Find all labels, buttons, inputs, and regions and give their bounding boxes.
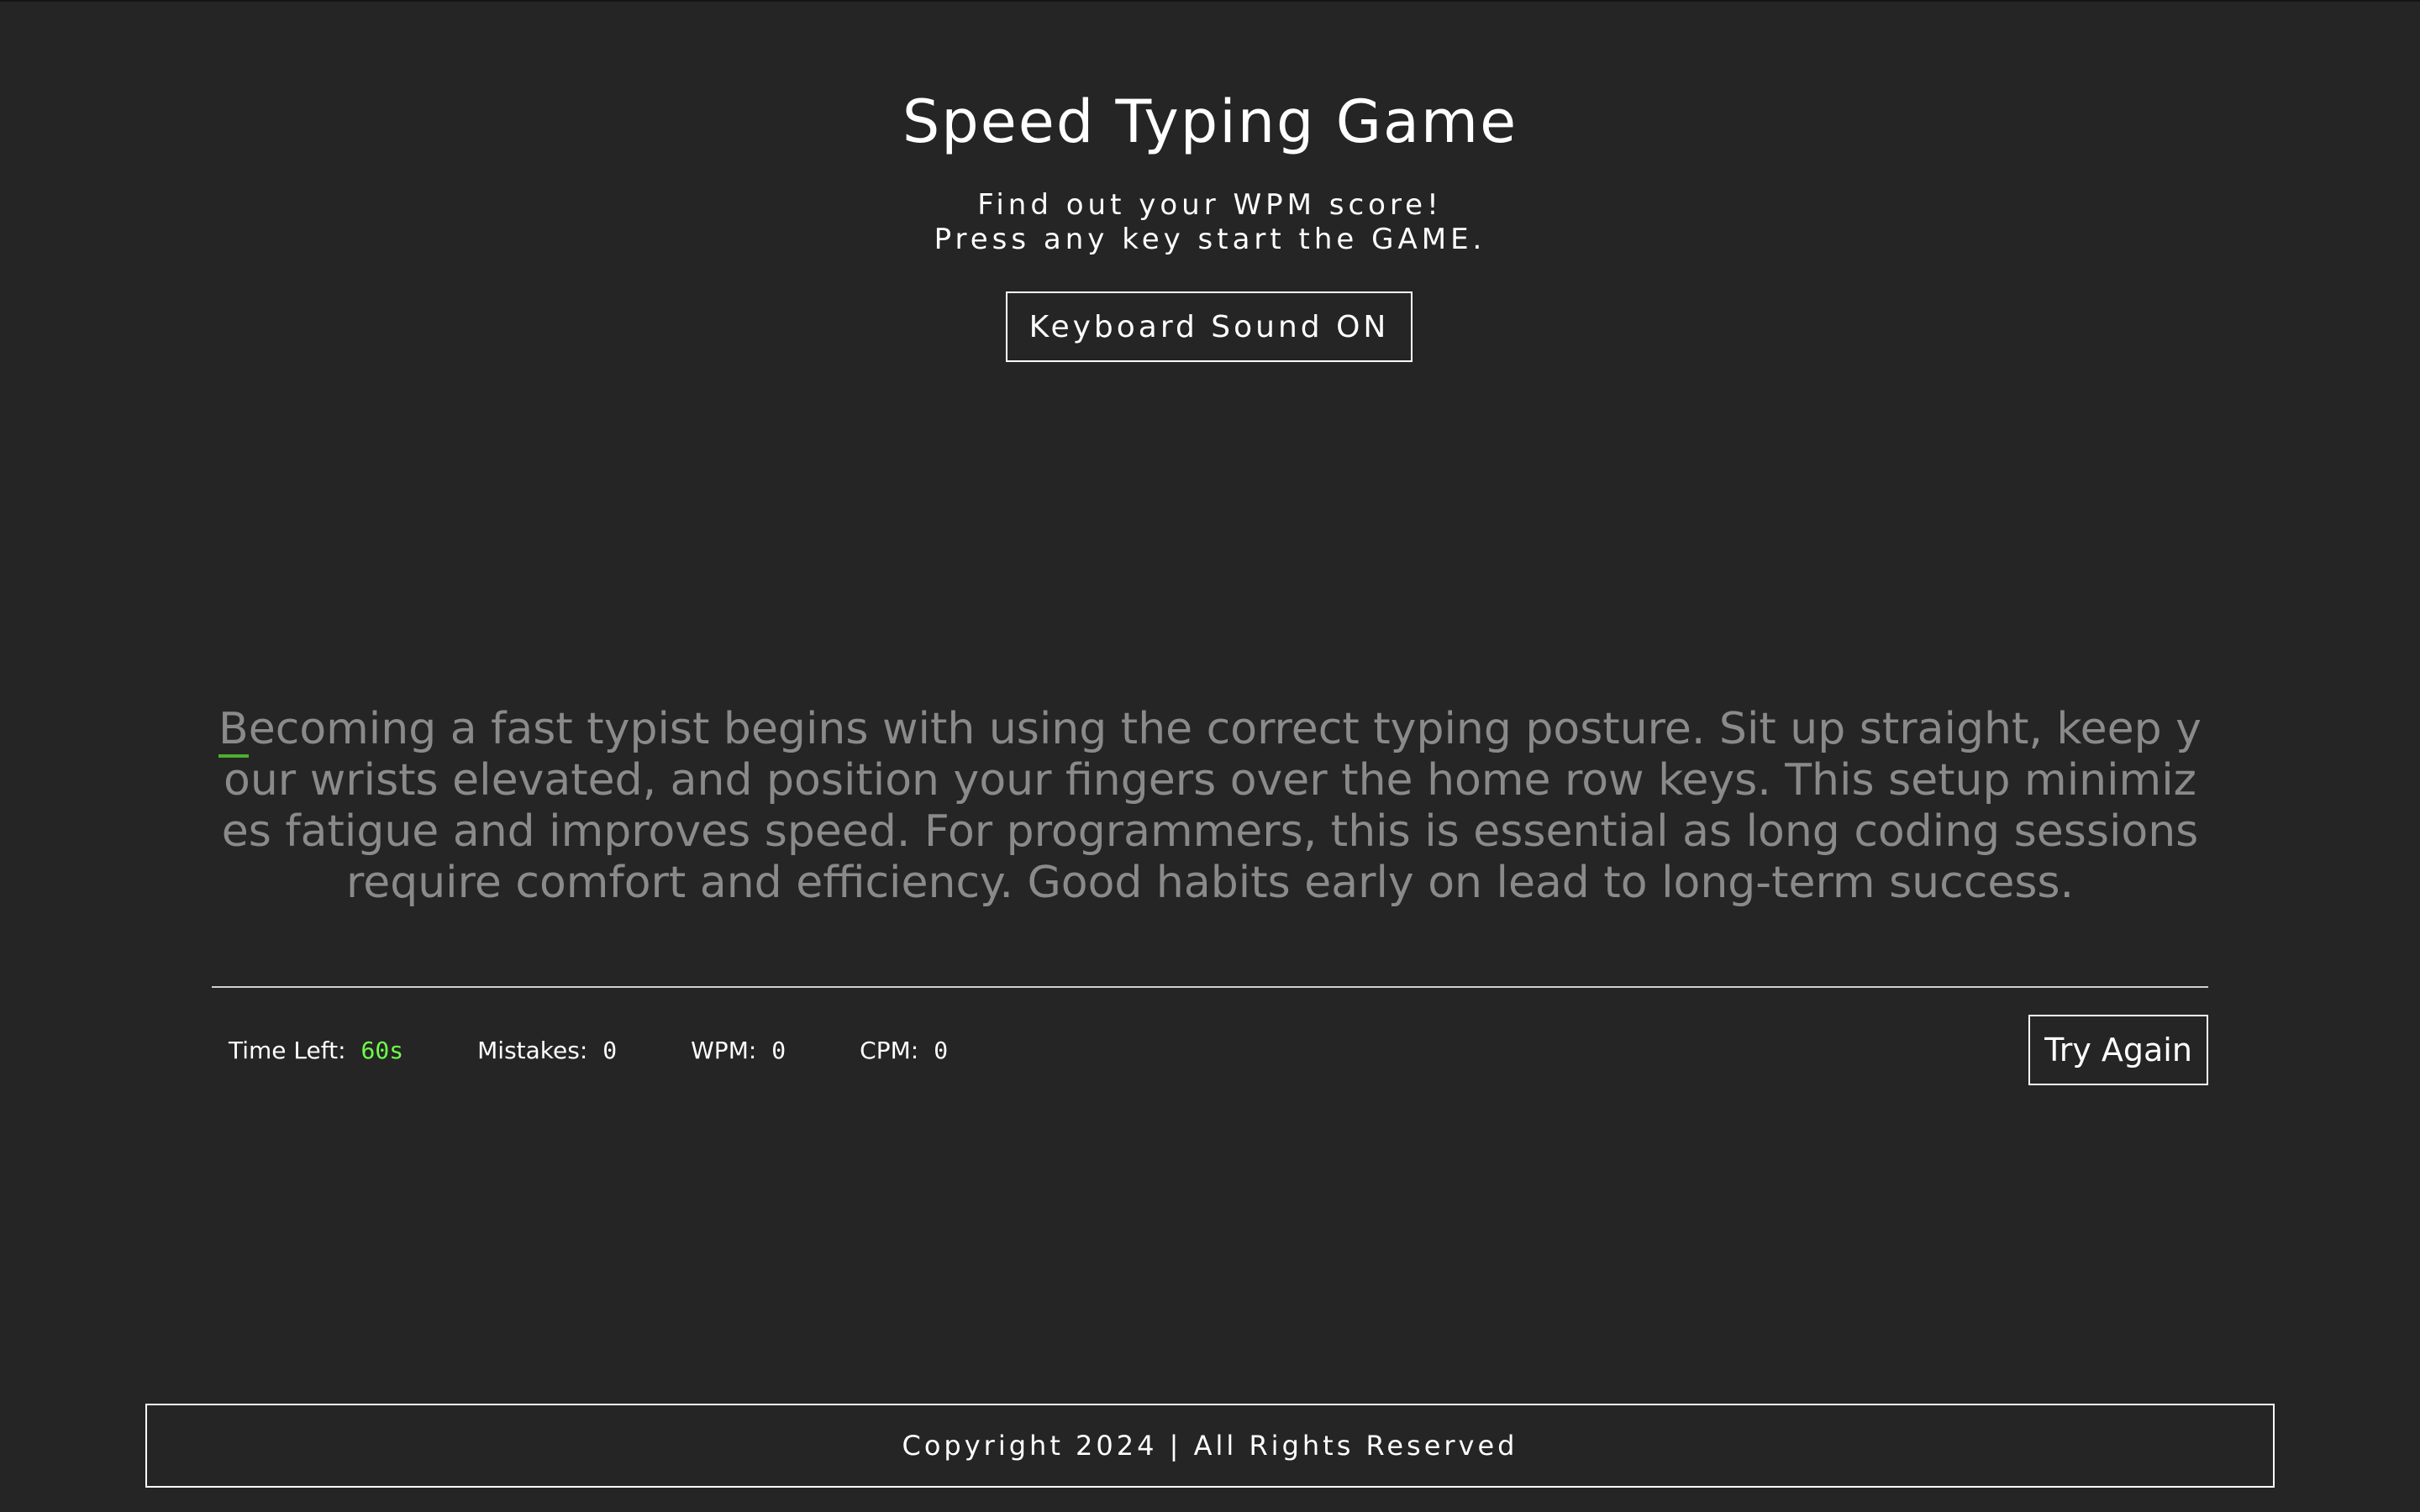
time-left-value: 60s: [360, 1036, 404, 1064]
try-again-button[interactable]: Try Again: [2028, 1015, 2208, 1085]
time-left-stat: Time Left: 60s: [229, 1037, 403, 1064]
current-character: B: [218, 704, 249, 758]
remaining-text: ecoming a fast typist begins with using …: [221, 704, 2202, 908]
wpm-value: 0: [771, 1036, 786, 1064]
subtitle: Find out your WPM score! Press any key s…: [0, 188, 2420, 257]
time-left-label: Time Left:: [229, 1036, 346, 1064]
cpm-label: CPM:: [860, 1036, 919, 1064]
typing-passage[interactable]: Becoming a fast typist begins with using…: [212, 704, 2208, 909]
top-border: [0, 0, 2420, 2]
stats-bar: Time Left: 60s Mistakes: 0 WPM: 0 CPM: 0: [229, 1015, 948, 1085]
page-title: Speed Typing Game: [902, 87, 1518, 156]
cpm-value: 0: [934, 1036, 949, 1064]
divider: [212, 986, 2208, 988]
copyright-text: Copyright 2024 | All Rights Reserved: [902, 1430, 1518, 1462]
mistakes-label: Mistakes:: [477, 1036, 588, 1064]
subtitle-line-1: Find out your WPM score!: [977, 188, 1443, 222]
cpm-stat: CPM: 0: [860, 1037, 948, 1064]
wpm-stat: WPM: 0: [691, 1037, 786, 1064]
mistakes-stat: Mistakes: 0: [477, 1037, 617, 1064]
wpm-label: WPM:: [691, 1036, 757, 1064]
footer: Copyright 2024 | All Rights Reserved: [145, 1404, 2275, 1488]
mistakes-value: 0: [602, 1036, 618, 1064]
subtitle-line-2: Press any key start the GAME.: [934, 223, 1486, 256]
keyboard-sound-toggle-button[interactable]: Keyboard Sound ON: [1006, 291, 1413, 362]
